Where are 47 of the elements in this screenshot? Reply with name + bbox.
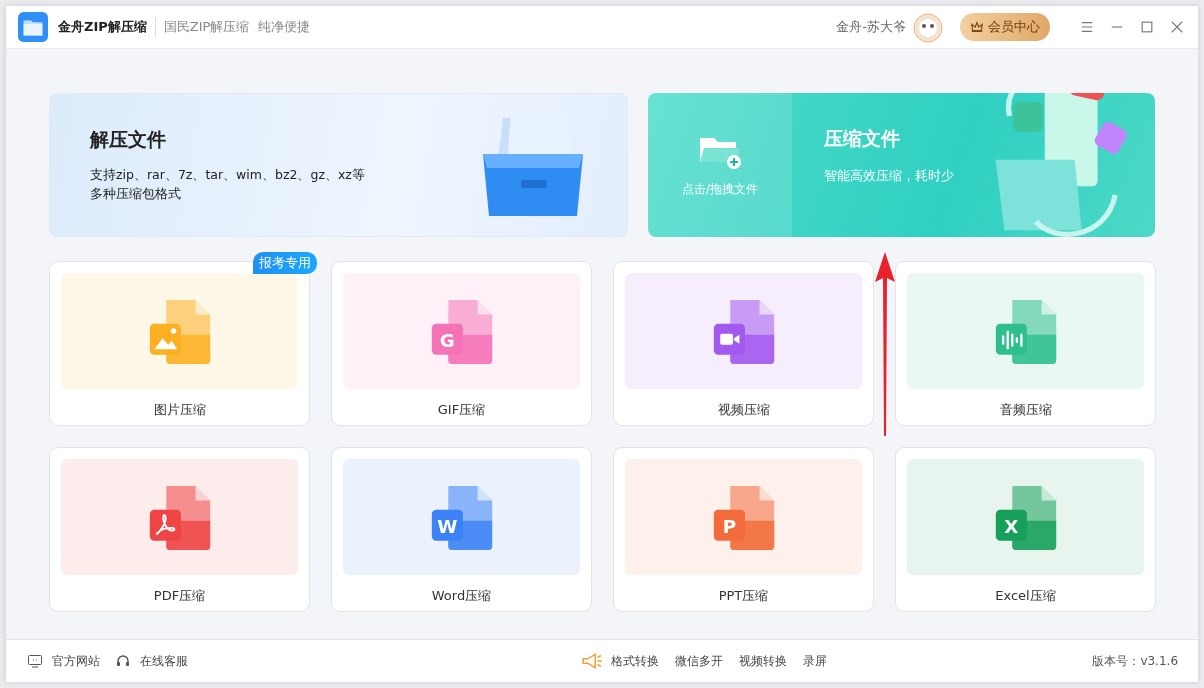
extract-files-card[interactable]: 解压文件 支持zip、rar、7z、tar、wim、bz2、gz、xz等 多种压缩包格式: [49, 93, 628, 237]
vip-center-button[interactable]: 会员中心: [960, 13, 1050, 41]
tool-tile[interactable]: X Excel压缩: [895, 447, 1156, 612]
tool-label: Excel压缩: [995, 587, 1056, 605]
promo-link[interactable]: 视频转换: [739, 652, 788, 670]
tool-tile[interactable]: P PPT压缩: [613, 447, 874, 612]
app-logo-icon: [18, 12, 48, 42]
close-icon[interactable]: [1170, 20, 1184, 34]
support-link[interactable]: 在线客服: [114, 652, 188, 670]
user-name: 金舟-苏大爷: [836, 18, 906, 36]
extract-description: 多种压缩包格式: [90, 185, 182, 203]
app-slogan: 国民ZIP解压缩 纯净便捷: [163, 18, 310, 36]
image-file-icon: [147, 298, 212, 364]
tool-tile[interactable]: PDF压缩: [49, 447, 310, 612]
tool-tile[interactable]: 音频压缩: [895, 261, 1156, 426]
app-name: 金舟ZIP解压缩: [58, 18, 147, 36]
tool-tile[interactable]: G GIF压缩: [331, 261, 592, 426]
extract-title: 解压文件: [90, 127, 167, 152]
tool-label: 图片压缩: [153, 401, 206, 419]
crown-icon: [970, 20, 984, 34]
tool-label: Word压缩: [431, 587, 492, 605]
compress-description: 智能高效压缩，耗时少: [824, 166, 955, 185]
headset-icon: [114, 653, 132, 669]
website-link[interactable]: 官方网站: [26, 652, 100, 670]
tool-label: 音频压缩: [999, 401, 1052, 419]
tool-label: 视频压缩: [717, 401, 770, 419]
tool-tile[interactable]: 视频压缩: [613, 261, 874, 426]
compress-title: 压缩文件: [824, 125, 901, 151]
avatar-icon[interactable]: [912, 11, 944, 43]
promo-link[interactable]: 录屏: [803, 652, 828, 670]
exam-badge: 报考专用: [253, 252, 317, 274]
maximize-icon[interactable]: [1140, 20, 1154, 34]
promo-link[interactable]: 微信多开: [675, 652, 724, 670]
tool-label: PDF压缩: [153, 587, 206, 605]
tool-label: GIF压缩: [437, 401, 486, 419]
menu-icon[interactable]: [1080, 20, 1094, 34]
pdf-file-icon: [147, 484, 212, 550]
monitor-icon: [26, 653, 44, 669]
video-file-icon: [711, 298, 776, 364]
megaphone-icon: [581, 652, 604, 670]
tool-tile[interactable]: W Word压缩: [331, 447, 592, 612]
audio-file-icon: [993, 298, 1058, 364]
promo-link[interactable]: 格式转换: [611, 652, 660, 670]
version-label: 版本号：v3.1.6: [1092, 652, 1178, 670]
drop-zone-label: 点击/拖拽文件: [682, 181, 758, 197]
extract-description: 支持zip、rar、7z、tar、wim、bz2、gz、xz等: [90, 166, 366, 184]
tool-label: PPT压缩: [718, 587, 769, 605]
